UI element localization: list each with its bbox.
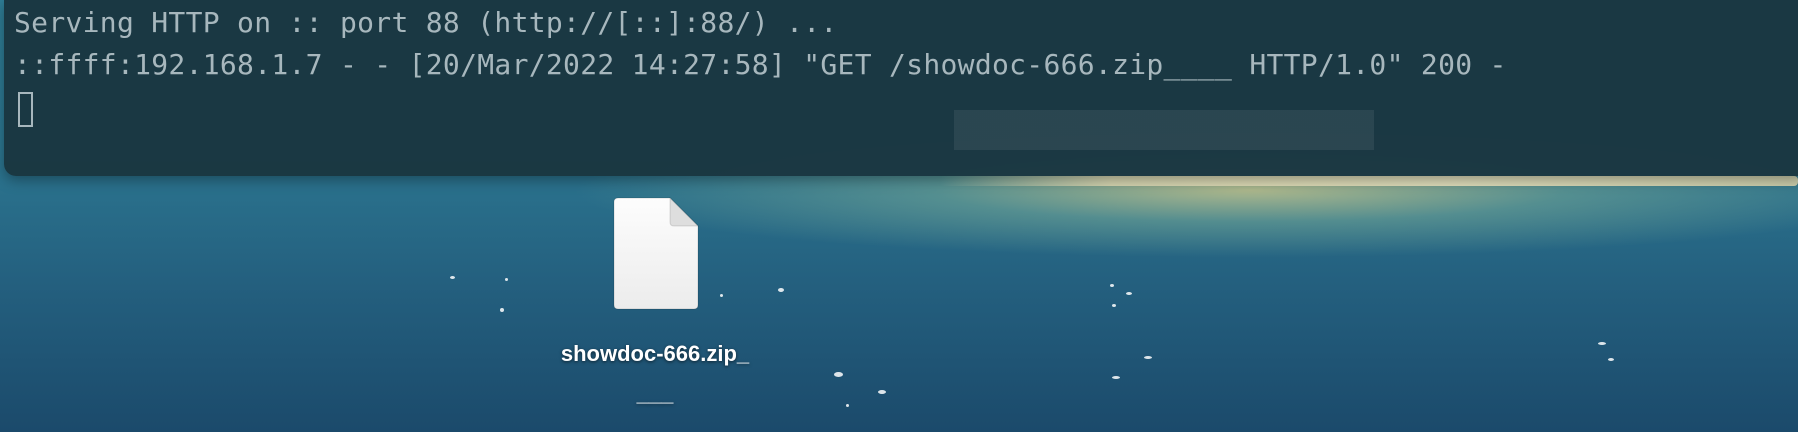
wallpaper-speck — [846, 404, 849, 407]
wallpaper-speck — [1598, 342, 1606, 345]
wallpaper-speck — [1608, 358, 1614, 361]
file-name-line: ___ — [636, 381, 674, 406]
file-name-label: showdoc-666.zip_ ___ — [530, 334, 780, 414]
terminal-output-line: Serving HTTP on :: port 88 (http://[::]:… — [14, 6, 838, 39]
wallpaper-speck — [1110, 284, 1114, 287]
terminal-window[interactable]: Serving HTTP on :: port 88 (http://[::]:… — [4, 0, 1798, 176]
wallpaper-shoreline — [940, 176, 1798, 186]
wallpaper-speck — [500, 308, 504, 312]
terminal-cursor — [18, 92, 33, 127]
wallpaper-speck — [1126, 292, 1132, 295]
wallpaper-speck — [878, 390, 886, 394]
wallpaper-speck — [1144, 356, 1152, 359]
desktop-file-item[interactable]: showdoc-666.zip_ ___ — [530, 196, 780, 406]
wallpaper-speck — [450, 276, 455, 279]
wallpaper-speck — [505, 278, 508, 281]
wallpaper-speck — [834, 372, 843, 377]
wallpaper-speck — [1112, 376, 1120, 379]
wallpaper-speck — [1112, 304, 1116, 307]
background-window-ghost — [954, 0, 1374, 176]
file-name-line: showdoc-666.zip_ — [560, 341, 750, 366]
terminal-output-line: ::ffff:192.168.1.7 - - [20/Mar/2022 14:2… — [14, 48, 1507, 81]
document-icon — [613, 196, 700, 310]
